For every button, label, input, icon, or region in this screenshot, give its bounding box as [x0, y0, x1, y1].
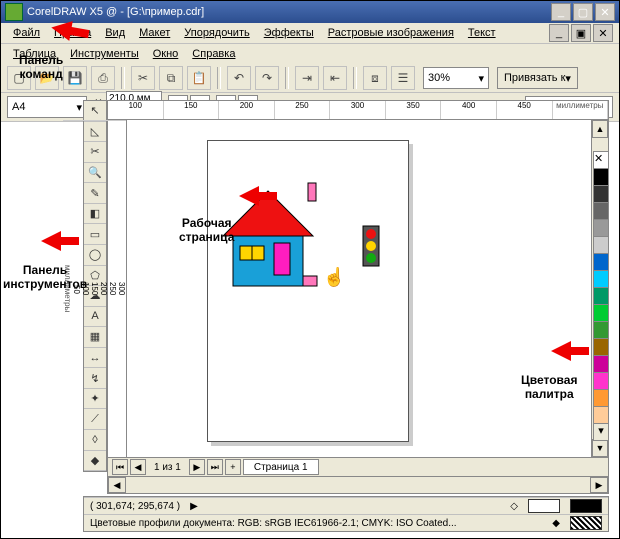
color-swatch[interactable]	[593, 270, 609, 288]
menu-tools[interactable]: Инструменты	[64, 46, 145, 62]
color-swatch[interactable]	[593, 202, 609, 220]
separator	[353, 67, 357, 89]
paper-size-select[interactable]: A4▾	[7, 96, 87, 118]
fill-swatch[interactable]	[528, 499, 560, 513]
maximize-button[interactable]: ▢	[573, 3, 593, 21]
color-swatch[interactable]	[593, 236, 609, 254]
scroll-left-arrow[interactable]: ◀	[108, 477, 126, 493]
scroll-down-arrow[interactable]: ▼	[592, 439, 608, 457]
app-logo-icon	[5, 3, 23, 21]
new-button[interactable]: ▢	[7, 66, 31, 90]
pick-tool[interactable]: ↖	[84, 101, 106, 122]
horizontal-scrollbar[interactable]: ◀ ▶	[107, 477, 609, 494]
menu-view[interactable]: Вид	[99, 25, 131, 41]
last-page-button[interactable]: ⏭	[207, 459, 223, 475]
menu-effects[interactable]: Эффекты	[258, 25, 320, 41]
separator	[121, 67, 125, 89]
separator	[285, 67, 289, 89]
horizontal-ruler[interactable]: 100150200250300350400450миллиметры	[107, 100, 609, 120]
close-button[interactable]: ✕	[595, 3, 615, 21]
drawing-page[interactable]: ☝	[207, 140, 409, 442]
doc-minimize-button[interactable]: _	[549, 24, 569, 42]
export-button[interactable]: ⇤	[323, 66, 347, 90]
cursor-coords: ( 301,674; 295,674 )	[90, 501, 180, 512]
color-swatch[interactable]	[593, 185, 609, 203]
open-button[interactable]: 📂	[35, 66, 59, 90]
page-artwork: ☝	[208, 181, 408, 321]
color-swatch[interactable]	[593, 253, 609, 271]
status-arrow-icon: ▶	[190, 501, 198, 512]
import-button[interactable]: ⇥	[295, 66, 319, 90]
page-count: 1 из 1	[148, 462, 187, 473]
svg-text:☝: ☝	[323, 266, 345, 288]
menu-arrange[interactable]: Упорядочить	[178, 25, 255, 41]
separator	[217, 67, 221, 89]
launch-button[interactable]: ⧈	[363, 66, 387, 90]
page-navigator: ⏮ ◀ 1 из 1 ▶ ⏭ + Страница 1	[107, 458, 609, 477]
color-swatch[interactable]	[593, 389, 609, 407]
menu-bar-row2: Таблица Инструменты Окно Справка	[1, 44, 619, 64]
color-swatch[interactable]	[593, 338, 609, 356]
color-swatch[interactable]	[593, 304, 609, 322]
color-swatch[interactable]	[593, 406, 609, 424]
redo-button[interactable]: ↷	[255, 66, 279, 90]
color-swatch[interactable]	[593, 372, 609, 390]
minimize-button[interactable]: _	[551, 3, 571, 21]
none-swatch[interactable]	[570, 516, 602, 530]
snap-to-button[interactable]: Привязать к ▾	[497, 67, 578, 89]
color-swatch[interactable]	[593, 168, 609, 186]
status-bar: ( 301,674; 295,674 ) ▶ ◇ Цветовые профил…	[83, 496, 609, 532]
outline-swatch[interactable]	[570, 499, 602, 513]
drawing-canvas[interactable]: ☝	[127, 120, 592, 458]
cut-button[interactable]: ✂	[131, 66, 155, 90]
next-page-button[interactable]: ▶	[189, 459, 205, 475]
title-bar: CorelDRAW X5 @ - [G:\пример.cdr] _ ▢ ✕	[1, 1, 619, 23]
menu-text[interactable]: Текст	[462, 25, 502, 41]
menu-bitmaps[interactable]: Растровые изображения	[322, 25, 460, 41]
menu-bar: Файл Правка Вид Макет Упорядочить Эффект…	[1, 23, 619, 44]
no-fill-swatch[interactable]: ✕	[593, 151, 609, 169]
add-page-button[interactable]: +	[225, 459, 241, 475]
first-page-button[interactable]: ⏮	[112, 459, 128, 475]
window-title: CorelDRAW X5 @ - [G:\пример.cdr]	[27, 6, 204, 18]
menu-window[interactable]: Окно	[147, 46, 185, 62]
paste-button[interactable]: 📋	[187, 66, 211, 90]
standard-toolbar: ▢ 📂 💾 ⎙ ✂ ⧉ 📋 ↶ ↷ ⇥ ⇤ ⧈ ☰ 30%▾ Привязать…	[1, 64, 619, 93]
color-palette: ✕ ▾	[593, 151, 609, 440]
menu-edit[interactable]: Правка	[48, 25, 97, 41]
page-tab[interactable]: Страница 1	[243, 459, 319, 475]
color-swatch[interactable]	[593, 219, 609, 237]
color-swatch[interactable]	[593, 321, 609, 339]
vertical-ruler[interactable]: 30025020015010050миллиметры	[107, 120, 127, 458]
menu-table[interactable]: Таблица	[7, 46, 62, 62]
fill-indicator-icon: ◇	[510, 501, 518, 512]
color-profiles: Цветовые профили документа: RGB: sRGB IE…	[90, 518, 457, 529]
palette-scroll-down[interactable]: ▾	[593, 423, 609, 441]
doc-restore-button[interactable]: ▣	[571, 24, 591, 42]
copy-button[interactable]: ⧉	[159, 66, 183, 90]
menu-layout[interactable]: Макет	[133, 25, 176, 41]
outline-indicator-icon: ◆	[552, 518, 560, 529]
welcome-button[interactable]: ☰	[391, 66, 415, 90]
print-button[interactable]: ⎙	[91, 66, 115, 90]
menu-help[interactable]: Справка	[186, 46, 241, 62]
work-area: 100150200250300350400450миллиметры 30025…	[107, 100, 609, 494]
color-swatch[interactable]	[593, 287, 609, 305]
undo-button[interactable]: ↶	[227, 66, 251, 90]
save-button[interactable]: 💾	[63, 66, 87, 90]
color-swatch[interactable]	[593, 355, 609, 373]
scroll-up-arrow[interactable]: ▲	[592, 120, 608, 138]
menu-file[interactable]: Файл	[7, 25, 46, 41]
prev-page-button[interactable]: ◀	[130, 459, 146, 475]
zoom-select[interactable]: 30%▾	[423, 67, 489, 89]
doc-close-button[interactable]: ✕	[593, 24, 613, 42]
scroll-right-arrow[interactable]: ▶	[590, 477, 608, 493]
